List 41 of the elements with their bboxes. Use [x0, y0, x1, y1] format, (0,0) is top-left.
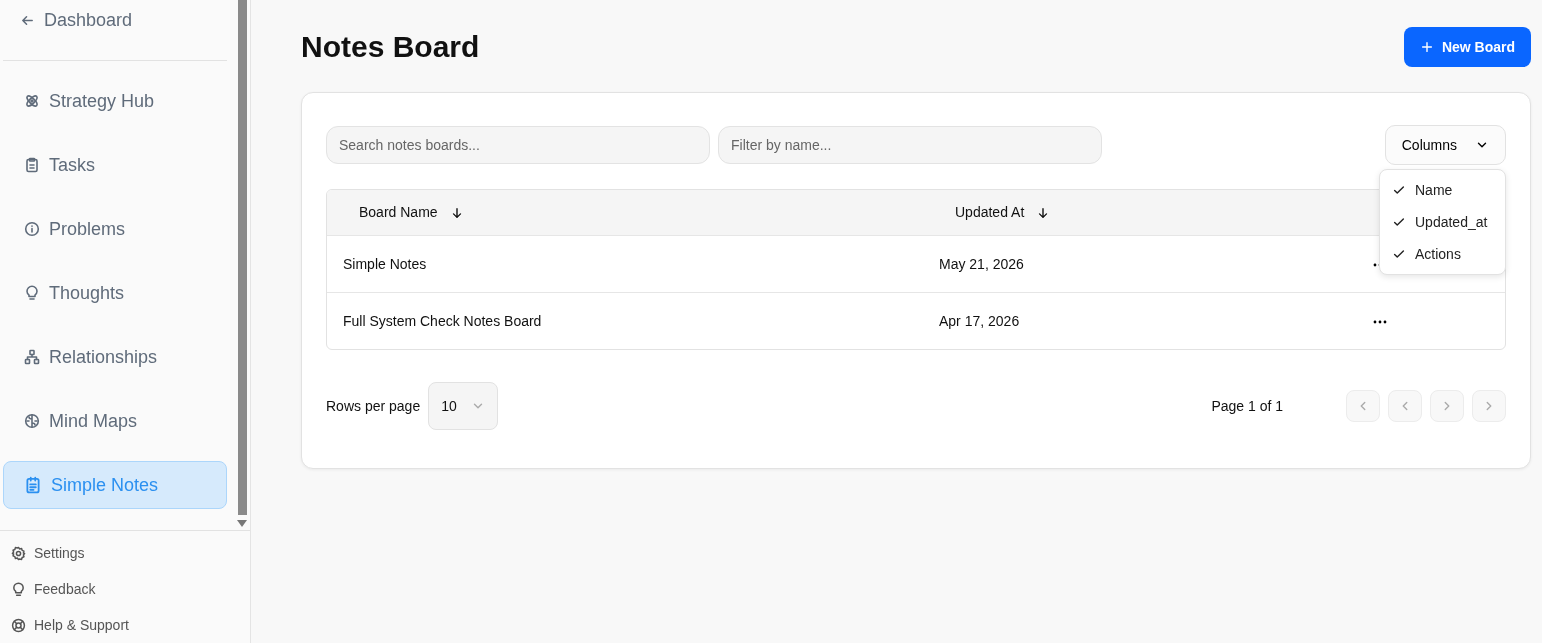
column-header[interactable]: Updated At	[939, 202, 1363, 223]
menu-option[interactable]: Name	[1380, 174, 1505, 206]
table-cell: Simple Notes	[343, 255, 427, 272]
table-cell: May 21, 2026	[939, 255, 1024, 272]
clipboard-icon	[24, 157, 40, 173]
sidebar-item[interactable]: Strategy Hub	[3, 77, 227, 125]
table-cell: Apr 17, 2026	[939, 312, 1020, 329]
sidebar-item[interactable]: Tasks	[3, 141, 227, 189]
page-title: Notes Board	[301, 29, 480, 65]
columns-button[interactable]: Columns	[1384, 125, 1506, 165]
table-cell: Full System Check Notes Board	[343, 312, 542, 329]
scroll-down-icon[interactable]	[237, 520, 247, 528]
sidebar-link[interactable]: Help & Support	[0, 607, 250, 643]
new-board-button[interactable]: New Board	[1403, 27, 1531, 67]
search-field[interactable]: Search notes boards...	[326, 126, 710, 164]
hierarchy-icon	[24, 349, 40, 365]
column-header[interactable]: Board Name	[343, 202, 923, 223]
info-icon	[24, 221, 40, 237]
brain-icon	[24, 413, 40, 429]
back-link[interactable]: Dashboard	[0, 0, 250, 40]
settings-icon	[11, 545, 26, 561]
rows-per-page-select[interactable]: 10	[428, 382, 499, 430]
rows-per-page-label: Rows per page	[326, 396, 421, 416]
sidebar-item[interactable]: Relationships	[3, 333, 227, 381]
sidebar-item[interactable]: Mind Maps	[3, 397, 227, 445]
menu-option[interactable]: Updated_at	[1380, 206, 1505, 238]
page-indicator: Page 1 of 1	[1211, 396, 1283, 416]
menu-option[interactable]: Actions	[1380, 238, 1505, 270]
scrollbar-thumb[interactable]	[238, 0, 247, 515]
sidebar-item[interactable]: Thoughts	[3, 269, 227, 317]
filter-field[interactable]: Filter by name...	[718, 126, 1102, 164]
lightbulb-icon	[11, 581, 26, 597]
notepad-icon	[24, 476, 42, 494]
plus-icon	[1419, 40, 1434, 54]
more-actions-button[interactable]	[1373, 319, 1387, 324]
atom-icon	[24, 93, 40, 109]
sidebar-item[interactable]: Problems	[3, 205, 227, 253]
sidebar-link[interactable]: Settings	[0, 535, 250, 571]
lightbulb-icon	[24, 285, 40, 301]
sidebar-link[interactable]: Feedback	[0, 571, 250, 607]
lifebuoy-icon	[11, 617, 26, 633]
